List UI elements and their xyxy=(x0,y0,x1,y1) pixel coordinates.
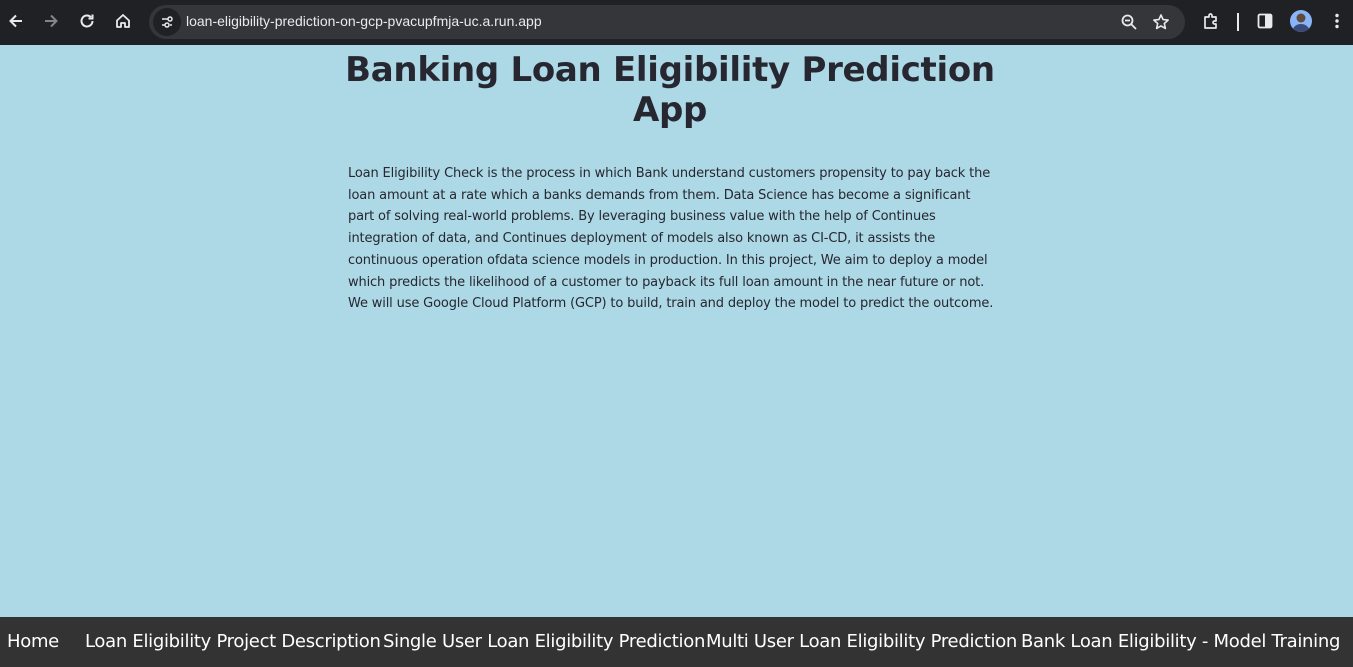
zoom-icon[interactable] xyxy=(1119,12,1139,32)
nav-model-training[interactable]: Bank Loan Eligibility - Model Training xyxy=(1021,631,1340,652)
home-icon[interactable] xyxy=(111,9,135,33)
main-content: Banking Loan Eligibility Prediction App … xyxy=(345,45,1008,315)
toolbar-divider xyxy=(1237,13,1239,31)
side-panel-icon[interactable] xyxy=(1253,9,1277,33)
project-description: Loan Eligibility Check is the process in… xyxy=(348,166,994,312)
nav-single-user-prediction[interactable]: Single User Loan Eligibility Prediction xyxy=(383,631,705,652)
page-title: Banking Loan Eligibility Prediction App xyxy=(345,50,995,130)
browser-toolbar: loan-eligibility-prediction-on-gcp-pvacu… xyxy=(0,0,1353,45)
nav-project-description[interactable]: Loan Eligibility Project Description xyxy=(85,631,381,652)
extensions-icon[interactable] xyxy=(1199,9,1223,33)
nav-multi-user-prediction[interactable]: Multi User Loan Eligibility Prediction xyxy=(706,631,1017,652)
bottom-navbar: Home Loan Eligibility Project Descriptio… xyxy=(0,617,1353,667)
profile-avatar[interactable] xyxy=(1290,10,1312,32)
address-bar[interactable]: loan-eligibility-prediction-on-gcp-pvacu… xyxy=(149,5,1185,39)
bookmark-star-icon[interactable] xyxy=(1151,12,1171,32)
forward-icon[interactable] xyxy=(39,9,63,33)
menu-kebab-icon[interactable] xyxy=(1325,9,1349,33)
site-info-icon[interactable] xyxy=(153,8,181,36)
back-icon[interactable] xyxy=(4,9,28,33)
nav-home[interactable]: Home xyxy=(7,631,59,652)
reload-icon[interactable] xyxy=(75,9,99,33)
url-text[interactable]: loan-eligibility-prediction-on-gcp-pvacu… xyxy=(186,13,542,29)
